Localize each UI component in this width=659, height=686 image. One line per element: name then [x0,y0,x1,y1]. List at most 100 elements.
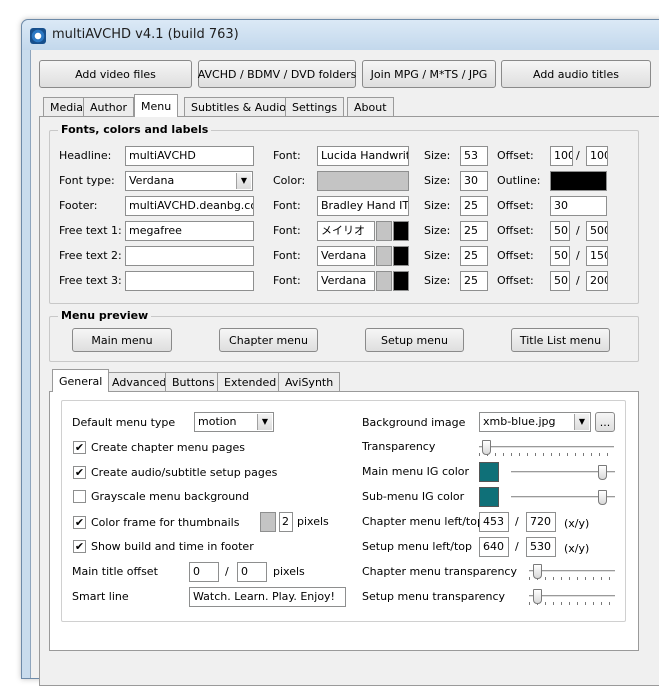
headline-offset-x-input[interactable]: 100 [550,146,573,166]
create-audio-subtitle-pages-label: Create audio/subtitle setup pages [91,466,278,479]
tab-advanced[interactable]: Advanced [105,372,174,391]
main-title-offset-y-input[interactable]: 0 [237,562,267,582]
free-text-1-offset-x-input[interactable]: 50 [550,221,570,241]
color-frame-thumbnails-label: Color frame for thumbnails [91,516,240,529]
font-label: Font: [273,149,301,162]
grayscale-background-checkbox[interactable] [73,490,86,503]
slider-thumb[interactable] [598,490,607,505]
sub-menu-ig-slider[interactable] [511,490,615,506]
font-type-value: Verdana [129,174,175,187]
checkmark-icon: ✔ [74,466,85,479]
tab-extended[interactable]: Extended [217,372,284,391]
free-text-2-input[interactable] [125,246,254,266]
setup-menu-transparency-slider[interactable] [529,589,615,605]
free-text-3-size-input[interactable]: 25 [460,271,488,291]
outline-label: Outline: [497,174,541,187]
setup-menu-preview-button[interactable]: Setup menu [365,328,464,352]
browse-background-button[interactable]: ... [595,412,615,432]
free-text-2-size-input[interactable]: 25 [460,246,488,266]
footer-font-field[interactable]: Bradley Hand ITC [317,196,409,216]
free-text-3-input[interactable] [125,271,254,291]
create-audio-subtitle-pages-checkbox[interactable]: ✔ [73,466,86,479]
tab-subtitles-audio[interactable]: Subtitles & Audio [184,97,294,116]
title-bar[interactable]: multiAVCHD v4.1 (build 763) [22,20,659,50]
free-text-3-color-swatch[interactable] [376,271,392,291]
background-image-label: Background image [362,416,466,429]
sub-menu-ig-color-swatch[interactable] [479,487,499,507]
chapter-menu-transparency-slider[interactable] [529,564,615,580]
font-label: Font: [273,224,301,237]
create-chapter-pages-checkbox[interactable]: ✔ [73,441,86,454]
main-menu-ig-color-swatch[interactable] [479,462,499,482]
tab-settings[interactable]: Settings [285,97,345,116]
font-type-select[interactable]: Verdana ▼ [125,171,253,191]
smart-line-input[interactable]: Watch. Learn. Play. Enjoy! [189,587,346,607]
headline-offset-y-input[interactable]: 100 [586,146,608,166]
chapter-menu-preview-button[interactable]: Chapter menu [219,328,318,352]
free-text-2-offset-y-input[interactable]: 150 [586,246,608,266]
free-text-3-offset-x-input[interactable]: 50 [550,271,570,291]
frame-pixels-input[interactable]: 2 [279,512,293,532]
footer-offset-input[interactable]: 30 [550,196,607,216]
transparency-label: Transparency [362,440,436,453]
headline-input[interactable]: multiAVCHD [125,146,254,166]
setup-menu-left-input[interactable]: 640 [479,537,509,557]
free-text-2-outline-swatch[interactable] [393,246,409,266]
free-text-3-outline-swatch[interactable] [393,271,409,291]
tab-avisynth[interactable]: AviSynth [278,372,341,391]
offset-separator: / [576,249,580,262]
setup-menu-top-input[interactable]: 530 [526,537,556,557]
show-build-time-checkbox[interactable]: ✔ [73,540,86,553]
free-text-1-offset-y-input[interactable]: 500 [586,221,608,241]
tab-general[interactable]: General [52,369,110,392]
default-menu-type-select[interactable]: motion ▼ [194,412,274,432]
add-audio-titles-button[interactable]: Add audio titles [501,60,651,88]
free-text-1-color-swatch[interactable] [376,221,392,241]
tab-author[interactable]: Author [83,97,135,116]
free-text-1-outline-swatch[interactable] [393,221,409,241]
footer-input[interactable]: multiAVCHD.deanbg.com [125,196,254,216]
free-text-3-offset-y-input[interactable]: 200 [586,271,608,291]
background-image-value: xmb-blue.jpg [483,415,556,428]
main-menu-ig-slider[interactable] [511,465,615,481]
free-text-2-offset-x-input[interactable]: 50 [550,246,570,266]
tab-about[interactable]: About [347,97,394,116]
chevron-down-icon[interactable]: ▼ [257,414,272,430]
tab-buttons[interactable]: Buttons [165,372,222,391]
main-menu-preview-button[interactable]: Main menu [72,328,172,352]
setup-menu-transparency-label: Setup menu transparency [362,590,506,603]
color-frame-thumbnails-checkbox[interactable]: ✔ [73,516,86,529]
headline-size-input[interactable]: 53 [460,146,488,166]
size-label: Size: [424,199,451,212]
slider-thumb[interactable] [482,440,491,455]
text-color-swatch[interactable] [317,171,409,191]
outline-color-swatch[interactable] [550,171,607,191]
add-video-files-button[interactable]: Add video files [39,60,192,88]
slider-thumb[interactable] [533,564,542,579]
free-text-1-size-input[interactable]: 25 [460,221,488,241]
title-list-menu-preview-button[interactable]: Title List menu [511,328,610,352]
headline-font-field[interactable]: Lucida Handwriting [317,146,409,166]
main-title-offset-x-input[interactable]: 0 [189,562,219,582]
free-text-1-font-field[interactable]: メイリオ [317,221,375,241]
font-label: Font: [273,199,301,212]
free-text-2-color-swatch[interactable] [376,246,392,266]
transparency-slider[interactable] [479,440,614,456]
chapter-menu-top-input[interactable]: 720 [526,512,556,532]
join-mpg-button[interactable]: Join MPG / M*TS / JPG [362,60,496,88]
slider-thumb[interactable] [598,465,607,480]
free-text-2-font-field[interactable]: Verdana [317,246,375,266]
background-image-select[interactable]: xmb-blue.jpg ▼ [479,412,591,432]
avchd-folders-button[interactable]: AVCHD / BDMV / DVD folders [198,60,356,88]
chevron-down-icon[interactable]: ▼ [574,414,589,430]
chevron-down-icon[interactable]: ▼ [236,173,251,189]
slider-thumb[interactable] [533,589,542,604]
free-text-1-input[interactable]: megafree [125,221,254,241]
frame-color-swatch[interactable] [260,512,276,532]
tab-menu[interactable]: Menu [134,94,179,117]
chapter-menu-left-input[interactable]: 453 [479,512,509,532]
font-type-size-input[interactable]: 30 [460,171,488,191]
main-menu-ig-color-label: Main menu IG color [362,465,470,478]
footer-size-input[interactable]: 25 [460,196,488,216]
free-text-3-font-field[interactable]: Verdana [317,271,375,291]
